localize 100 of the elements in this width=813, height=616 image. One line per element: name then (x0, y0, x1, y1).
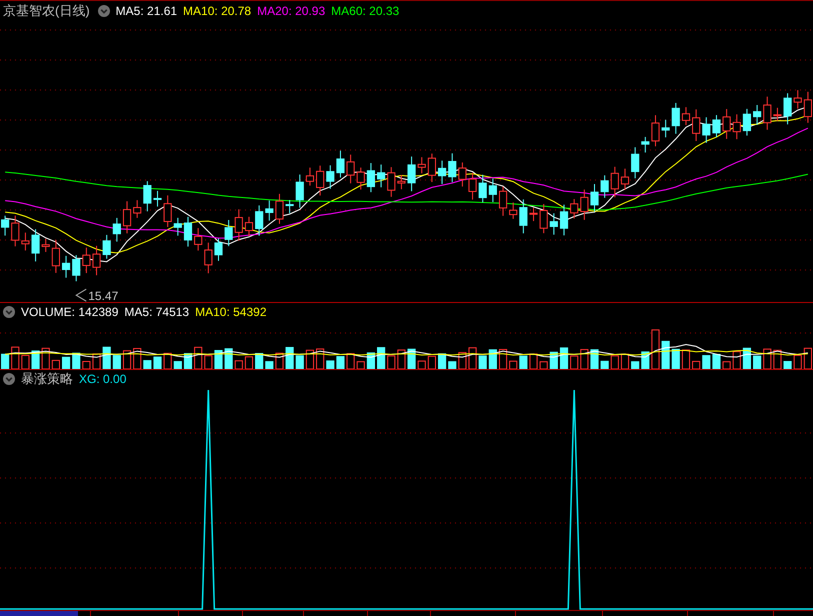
candlestick (631, 146, 640, 179)
volume-bar (651, 329, 660, 369)
candlestick (428, 153, 436, 183)
candlestick (143, 180, 152, 212)
indicator-value: MA60: 20.33 (331, 4, 400, 18)
candlestick (418, 156, 426, 174)
candlestick (82, 247, 90, 274)
volume-bar (519, 356, 528, 369)
candlestick (712, 114, 721, 138)
volume-bar (620, 354, 630, 369)
candlestick (682, 106, 690, 126)
volume-bar (712, 354, 721, 369)
candlestick (408, 156, 416, 192)
candlestick (92, 245, 101, 276)
candlestick (610, 166, 619, 198)
volume-bar (488, 349, 497, 369)
candlestick (224, 220, 233, 247)
candlestick (560, 204, 568, 236)
volume-bar (112, 355, 121, 369)
volume-bar (610, 355, 619, 369)
volume-bar (72, 352, 80, 369)
chart-title: 京基智农(日线) (3, 2, 90, 20)
volume-bar (286, 346, 294, 369)
volume-bar (478, 355, 487, 369)
candlestick (773, 107, 782, 122)
candlestick (286, 200, 294, 214)
candlestick (742, 108, 752, 136)
candlestick (529, 207, 538, 222)
indicator-title: 暴涨策略 (21, 370, 73, 388)
candlestick (702, 116, 710, 144)
volume-bar (102, 346, 111, 369)
candlestick (214, 238, 223, 262)
candlestick (326, 164, 334, 190)
indicator-value: MA10: 20.78 (183, 4, 252, 18)
indicator-value: MA20: 20.93 (257, 4, 326, 18)
candlestick (651, 114, 660, 147)
candlestick (540, 204, 548, 234)
candlestick (620, 168, 630, 190)
candlestick (234, 208, 243, 242)
candlestick (377, 164, 386, 188)
volume-bar (133, 348, 142, 369)
candlestick (62, 255, 70, 278)
indicator-value: MA5: 21.61 (116, 4, 178, 18)
candlestick (194, 228, 202, 252)
candlestick (468, 172, 477, 200)
candlestick (346, 154, 355, 184)
candlestick (21, 232, 30, 251)
low-price-label: 15.47 (88, 289, 118, 302)
volume-bar (742, 348, 752, 369)
candlestick (753, 104, 762, 126)
candlestick (590, 184, 599, 212)
collapse-icon[interactable] (3, 373, 15, 385)
volume-bar (397, 350, 406, 369)
volume-bar (662, 340, 670, 369)
volume-bar (387, 355, 396, 369)
candlestick (306, 167, 314, 186)
volume-bar (702, 355, 710, 369)
candlestick (316, 165, 324, 196)
volume-bar (763, 348, 772, 369)
candlestick (122, 200, 132, 234)
candlestick (336, 150, 345, 178)
candlestick (498, 186, 508, 216)
volume-bar (204, 355, 212, 369)
volume-bar (122, 350, 132, 369)
candlestick (133, 200, 142, 218)
collapse-icon[interactable] (98, 4, 110, 16)
candlestick (1, 215, 10, 236)
candlestick (72, 254, 80, 282)
volume-bar (214, 350, 223, 369)
candlestick (580, 189, 588, 220)
candlestick (641, 136, 650, 153)
candlestick (244, 216, 254, 237)
volume-bar (316, 348, 324, 369)
candlestick (488, 178, 497, 203)
indicator-value: MA10: 54392 (195, 305, 266, 319)
candlestick (692, 108, 700, 142)
volume-bar (194, 346, 202, 369)
candlestick (570, 198, 578, 219)
volume-bar (377, 347, 386, 369)
candlestick (42, 238, 50, 252)
candlestick (794, 90, 802, 110)
volume-bar (794, 354, 802, 369)
volume-bar (570, 356, 578, 369)
volume-bar (306, 350, 314, 369)
candlestick (784, 92, 792, 125)
candlestick (366, 162, 376, 193)
candlestick (550, 212, 558, 236)
candlestick (265, 200, 274, 222)
candlestick (11, 215, 20, 247)
volume-bar (672, 348, 680, 369)
candlestick (112, 217, 121, 242)
volume-bar (468, 347, 477, 369)
candlestick (600, 174, 609, 198)
candlestick (722, 108, 731, 140)
candlestick (458, 162, 466, 188)
volume-bar (224, 348, 233, 369)
indicator-value: VOLUME: 142389 (21, 305, 118, 319)
collapse-icon[interactable] (3, 306, 15, 318)
candlestick (255, 204, 264, 236)
volume-bar (753, 356, 762, 369)
